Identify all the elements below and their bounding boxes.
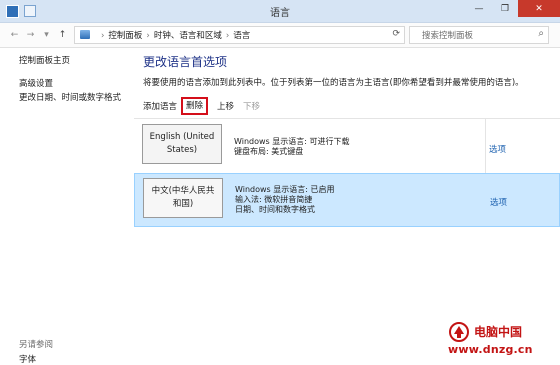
search-box[interactable]: 搜索控制面板 ⌕ [409, 26, 549, 44]
breadcrumb-control-panel[interactable]: 控制面板 [108, 31, 142, 41]
sidebar: 控制面板主页 高级设置 更改日期、时间或数字格式 另请参阅 字体 [0, 48, 125, 365]
language-details: Windows 显示语言: 可进行下载 键盘布局: 美式键盘 [234, 137, 350, 156]
forward-arrow-icon[interactable]: → [24, 28, 37, 41]
move-down-button[interactable]: 下移 [243, 100, 260, 112]
search-icon[interactable]: ⌕ [538, 28, 544, 39]
window-controls: — ❐ ✕ [466, 0, 560, 18]
language-name: English (United States) [142, 124, 222, 164]
maximize-button[interactable]: ❐ [492, 0, 518, 17]
search-input[interactable]: 搜索控制面板 [422, 29, 473, 41]
watermark-url: www.dnzg.cn [448, 343, 533, 356]
breadcrumb-clock-language-region[interactable]: 时钟、语言和区域 [154, 31, 222, 41]
address-bar[interactable]: › 控制面板 › 时钟、语言和区域 › 语言 ⟳ [74, 26, 405, 44]
navigation-bar: ← → ▾ ↑ › 控制面板 › 时钟、语言和区域 › 语言 ⟳ 搜索控制面板 ⌕ [0, 23, 560, 48]
options-link[interactable]: 选项 [490, 196, 507, 208]
sidebar-link-advanced-settings[interactable]: 高级设置 [19, 77, 53, 89]
watermark-name: 电脑中国 [474, 325, 523, 339]
move-up-button[interactable]: 上移 [217, 100, 234, 112]
up-arrow-icon[interactable]: ↑ [56, 28, 69, 41]
options-link[interactable]: 选项 [489, 143, 506, 155]
language-details: Windows 显示语言: 已启用 输入法: 微软拼音简捷 日期、时间和数字格式 [235, 185, 335, 214]
remove-language-button[interactable]: 删除 [181, 97, 209, 115]
control-panel-icon [80, 30, 90, 39]
sidebar-link-change-date-time-format[interactable]: 更改日期、时间或数字格式 [19, 91, 121, 103]
page-description: 将要使用的语言添加到此列表中。位于列表第一位的语言为主语言(即你希望看到并最常使… [143, 78, 524, 88]
refresh-icon[interactable]: ⟳ [392, 29, 400, 39]
page-title: 更改语言首选项 [143, 55, 228, 69]
minimize-button[interactable]: — [466, 0, 492, 17]
see-also-heading: 另请参阅 [19, 340, 54, 350]
watermark: 电脑中国 www.dnzg.cn [448, 319, 554, 359]
sidebar-link-control-panel-home[interactable]: 控制面板主页 [19, 54, 70, 66]
language-row[interactable]: English (United States) Windows 显示语言: 可进行… [134, 118, 560, 173]
breadcrumb-language[interactable]: 语言 [233, 31, 250, 41]
sidebar-link-fonts[interactable]: 字体 [19, 353, 36, 365]
title-bar: 语言 — ❐ ✕ [0, 0, 560, 23]
recent-pages-chevron-icon[interactable]: ▾ [40, 28, 53, 41]
add-language-button[interactable]: 添加语言 [143, 100, 177, 112]
language-row-selected[interactable]: 中文(中华人民共 和国) Windows 显示语言: 已启用 输入法: 微软拼音简… [134, 173, 560, 227]
logo-icon [449, 322, 469, 342]
language-name: 中文(中华人民共 和国) [143, 178, 223, 218]
breadcrumb: › 控制面板 › 时钟、语言和区域 › 语言 [101, 31, 251, 41]
language-list: English (United States) Windows 显示语言: 可进行… [134, 118, 560, 228]
back-arrow-icon[interactable]: ← [8, 28, 21, 41]
close-button[interactable]: ✕ [518, 0, 560, 17]
